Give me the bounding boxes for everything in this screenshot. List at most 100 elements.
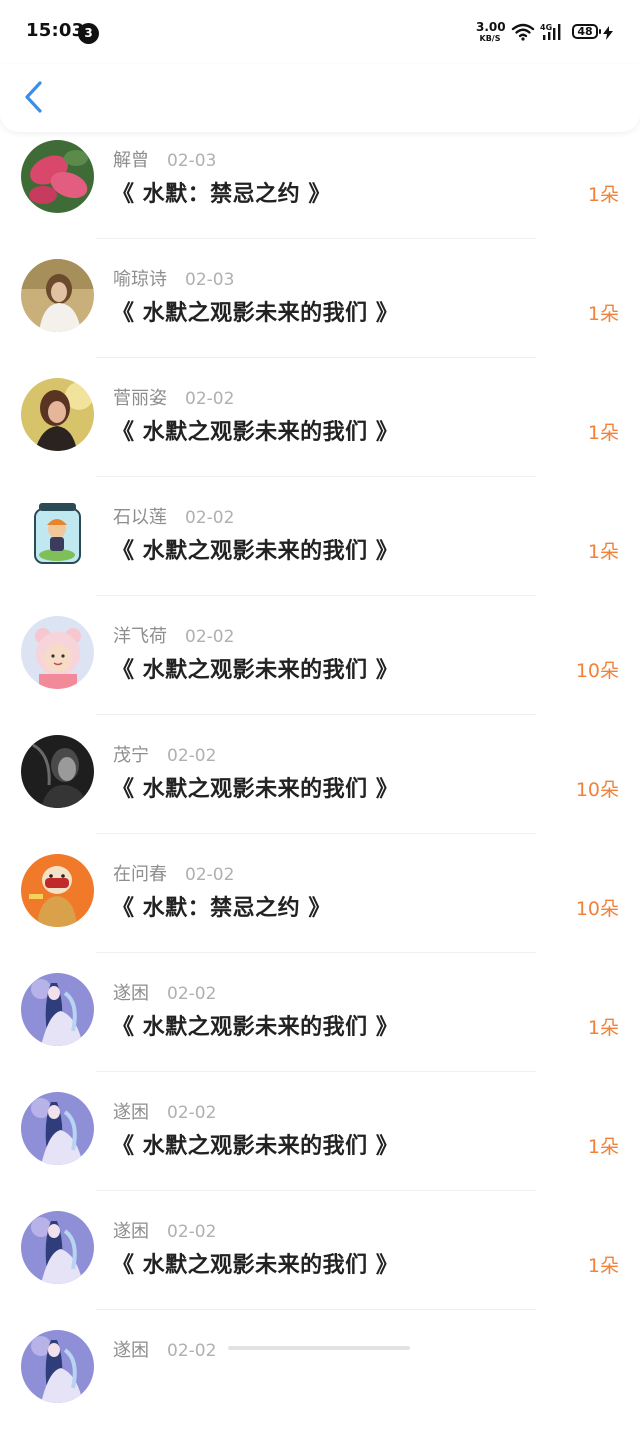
sender-line: 菅丽姿 02-02 (113, 384, 234, 410)
sender-line: 喻琼诗 02-03 (113, 265, 234, 291)
red-foliage-avatar (21, 140, 94, 213)
sender-name: 遂困 (113, 1221, 149, 1242)
work-title: 《 水默之观影未来的我们 》 (112, 658, 399, 683)
sender-name: 喻琼诗 (113, 269, 167, 290)
sender-line: 遂困 02-02 (113, 1098, 216, 1124)
work-title: 《 水默之观影未来的我们 》 (112, 1015, 399, 1040)
list-item[interactable]: 遂困 02-02 《 水默之观影未来的我们 》 1朵 (0, 1072, 640, 1191)
gift-record-list: 解曾 02-03 《 水默：禁忌之约 》 1朵 喻琼诗 02-03 《 水默之观影未来的我们… (0, 120, 640, 1429)
back-button[interactable] (18, 78, 52, 118)
list-item[interactable]: 遂困 02-02 《 水默之观影未来的我们 》 1朵 (0, 1191, 640, 1310)
flower-amount: 1朵 (587, 1255, 619, 1277)
sender-line: 在问春 02-02 (113, 860, 234, 886)
list-item[interactable]: 茂宁 02-02 《 水默之观影未来的我们 》 10朵 (0, 715, 640, 834)
anime-purple-avatar (21, 1211, 94, 1284)
avatar[interactable] (21, 1211, 94, 1284)
flower-amount: 1朵 (587, 1017, 619, 1039)
anime-purple-avatar (21, 973, 94, 1046)
avatar[interactable] (21, 735, 94, 808)
sender-line: 洋飞荷 02-02 (113, 622, 234, 648)
record-date: 02-02 (185, 627, 235, 647)
avatar[interactable] (21, 973, 94, 1046)
avatar[interactable] (21, 140, 94, 213)
record-date: 02-02 (185, 389, 235, 409)
anime-purple-avatar (21, 1330, 94, 1403)
avatar[interactable] (21, 616, 94, 689)
sender-line: 茂宁 02-02 (113, 741, 216, 767)
record-date: 02-02 (185, 865, 235, 885)
sender-line: 遂困 02-02 (113, 979, 216, 1005)
work-title: 《 水默之观影未来的我们 》 (112, 420, 399, 445)
flower-amount: 10朵 (575, 898, 619, 920)
work-title: 《 水默之观影未来的我们 》 (112, 539, 399, 564)
sender-name: 茂宁 (113, 745, 149, 766)
list-item[interactable]: 解曾 02-03 《 水默：禁忌之约 》 1朵 (0, 120, 640, 239)
record-date: 02-03 (167, 151, 217, 171)
work-title: 《 水默之观影未来的我们 》 (112, 301, 399, 326)
sender-line: 石以莲 02-02 (113, 503, 234, 529)
list-item[interactable]: 在问春 02-02 《 水默：禁忌之约 》 10朵 (0, 834, 640, 953)
avatar[interactable] (21, 854, 94, 927)
network-speed-unit: KB/S (479, 34, 501, 43)
jar-cartoon-avatar (21, 497, 94, 570)
sender-name: 遂困 (113, 983, 149, 1004)
sender-line: 遂困 02-02 (113, 1217, 216, 1243)
cellular-signal-icon: 4G (540, 22, 566, 46)
avatar[interactable] (21, 259, 94, 332)
network-speed: 3.00 KB/S (476, 20, 506, 44)
network-speed-value: 3.00 (476, 20, 506, 34)
work-title: 《 水默：禁忌之约 》 (112, 182, 331, 207)
sender-name: 石以莲 (113, 507, 167, 528)
avatar[interactable] (21, 1092, 94, 1165)
flower-amount: 1朵 (587, 303, 619, 325)
notification-count-badge: 3 (78, 23, 99, 44)
dark-portrait-avatar (21, 735, 94, 808)
sender-name: 菅丽姿 (113, 388, 167, 409)
avatar[interactable] (21, 1330, 94, 1403)
record-date: 02-02 (167, 984, 217, 1004)
record-date: 02-02 (185, 508, 235, 528)
battery-indicator: 48 (572, 24, 601, 39)
woman-photo-avatar (21, 378, 94, 451)
list-item[interactable]: 菅丽姿 02-02 《 水默之观影未来的我们 》 1朵 (0, 358, 640, 477)
sender-name: 洋飞荷 (113, 626, 167, 647)
flower-amount: 1朵 (587, 1136, 619, 1158)
record-date: 02-02 (167, 1341, 217, 1361)
flower-amount: 10朵 (575, 660, 619, 682)
avatar[interactable] (21, 497, 94, 570)
work-title: 《 水默：禁忌之约 》 (112, 896, 331, 921)
sender-name: 在问春 (113, 864, 167, 885)
work-title: 《 水默之观影未来的我们 》 (112, 1134, 399, 1159)
flower-amount: 1朵 (587, 422, 619, 444)
list-item[interactable]: 遂困 02-02 《 水默之观影未来的我们 》 1朵 (0, 953, 640, 1072)
wifi-icon (511, 23, 535, 45)
girl-photo-avatar (21, 259, 94, 332)
sender-name: 解曾 (113, 150, 149, 171)
status-time: 15:03 (26, 20, 85, 41)
flower-amount: 10朵 (575, 779, 619, 801)
chevron-left-icon (25, 81, 42, 113)
work-title: 《 水默之观影未来的我们 》 (112, 1253, 399, 1278)
list-item[interactable]: 喻琼诗 02-03 《 水默之观影未来的我们 》 1朵 (0, 239, 640, 358)
sender-name: 遂困 (113, 1102, 149, 1123)
sender-line: 解曾 02-03 (113, 146, 216, 172)
record-date: 02-02 (167, 1222, 217, 1242)
work-title: 《 水默之观影未来的我们 》 (112, 777, 399, 802)
orange-character-avatar (21, 854, 94, 927)
list-item[interactable]: 石以莲 02-02 《 水默之观影未来的我们 》 1朵 (0, 477, 640, 596)
list-item[interactable]: 洋飞荷 02-02 《 水默之观影未来的我们 》 10朵 (0, 596, 640, 715)
flower-amount: 1朵 (587, 541, 619, 563)
status-bar: 15:03 3 3.00 KB/S 4G 48 (0, 0, 640, 64)
scroll-indicator (228, 1346, 410, 1350)
record-date: 02-03 (185, 270, 235, 290)
anime-purple-avatar (21, 1092, 94, 1165)
bear-hood-avatar (21, 616, 94, 689)
record-date: 02-02 (167, 1103, 217, 1123)
flower-amount: 1朵 (587, 184, 619, 206)
list-item[interactable]: 遂困 02-02 (0, 1310, 640, 1429)
avatar[interactable] (21, 378, 94, 451)
record-date: 02-02 (167, 746, 217, 766)
charging-bolt-icon (603, 25, 613, 44)
page-header (0, 64, 640, 132)
sender-line: 遂困 02-02 (113, 1336, 216, 1362)
